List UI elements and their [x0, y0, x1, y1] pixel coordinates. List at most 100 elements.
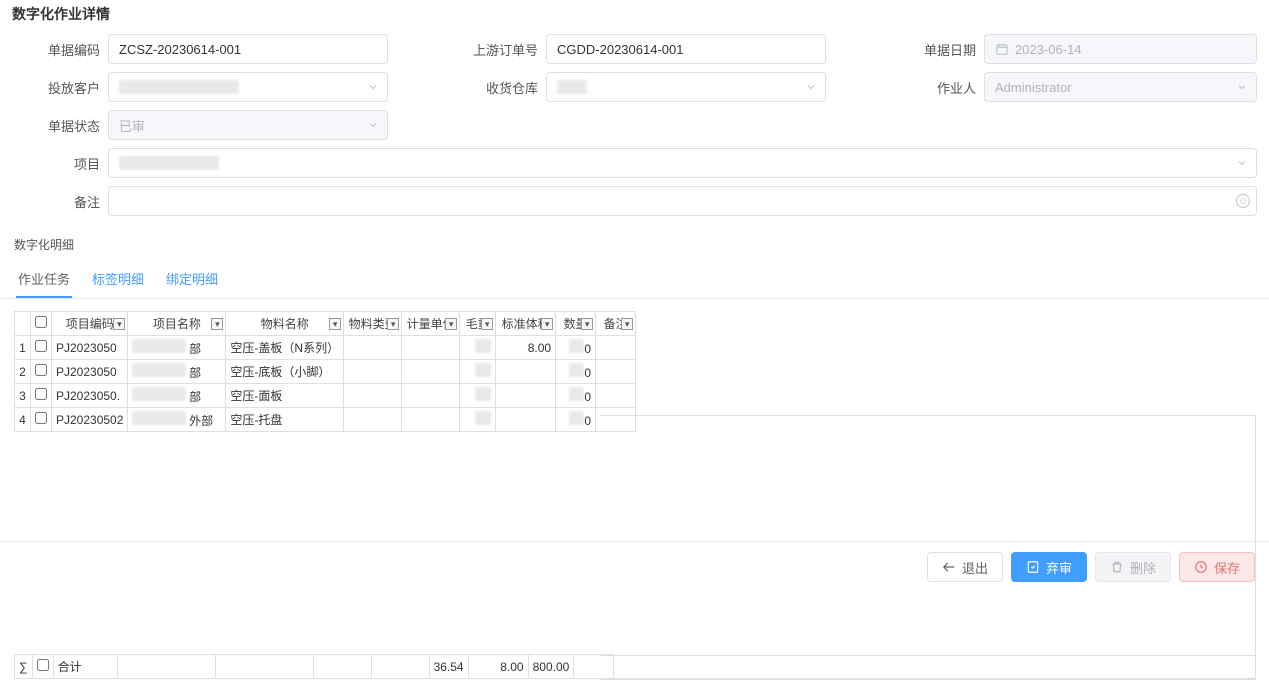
filter-icon[interactable]: ▾ [387, 318, 399, 330]
label-doc-date: 单据日期 [888, 40, 984, 59]
cell-uom [402, 336, 460, 360]
cell-qty: 0 [556, 408, 596, 432]
filter-icon[interactable]: ▾ [113, 318, 125, 330]
chevron-down-icon [367, 119, 379, 131]
sum-qty: 800.00 [528, 655, 574, 679]
cell-proj-name: 部 [128, 384, 226, 408]
label-status: 单据状态 [12, 116, 108, 135]
abandon-audit-button[interactable]: 弃审 [1011, 552, 1087, 582]
row-checkbox[interactable] [31, 384, 52, 408]
select-status: 已审 [108, 110, 388, 140]
exit-button[interactable]: 退出 [927, 552, 1003, 582]
th-mat-name[interactable]: 物料名称▾ [226, 312, 344, 336]
th-std-vol[interactable]: 标准体积▾ [496, 312, 556, 336]
th-uom[interactable]: 计量单位▾ [402, 312, 460, 336]
input-doc-code[interactable]: ZCSZ-20230614-001 [108, 34, 388, 64]
calendar-icon [995, 42, 1009, 56]
input-remark[interactable]: ☺ [108, 186, 1257, 216]
cell-mat-type [344, 408, 402, 432]
filter-icon[interactable]: ▾ [329, 318, 341, 330]
tab-task[interactable]: 作业任务 [16, 263, 72, 298]
label-project: 项目 [12, 154, 108, 173]
redacted-text [557, 80, 587, 94]
cell-remark [596, 360, 636, 384]
cell-gross [460, 360, 496, 384]
cell-gross [460, 408, 496, 432]
filter-icon[interactable]: ▾ [445, 318, 457, 330]
chevron-down-icon [1236, 81, 1248, 93]
tab-label-detail[interactable]: 标签明细 [90, 263, 146, 298]
sum-label: 合计 [53, 655, 117, 679]
th-remark[interactable]: 备注▾ [596, 312, 636, 336]
table-wrap: 项目编码▾ 项目名称▾ 物料名称▾ 物料类型▾ 计量单位▾ 毛重▾ 标准体积▾ … [14, 311, 1255, 679]
cell-mat-type [344, 360, 402, 384]
back-icon [942, 560, 956, 574]
row-checkbox[interactable] [31, 408, 52, 432]
chevron-down-icon [805, 81, 817, 93]
label-operator: 作业人 [888, 78, 984, 97]
cell-qty: 0 [556, 384, 596, 408]
cell-gross [460, 384, 496, 408]
cell-remark [596, 336, 636, 360]
select-operator: Administrator [984, 72, 1257, 102]
table-header-row: 项目编码▾ 项目名称▾ 物料名称▾ 物料类型▾ 计量单位▾ 毛重▾ 标准体积▾ … [15, 312, 636, 336]
cell-uom [402, 360, 460, 384]
row-checkbox[interactable] [31, 336, 52, 360]
sum-std-vol: 8.00 [468, 655, 528, 679]
chevron-down-icon [367, 81, 379, 93]
cell-std-vol: 8.00 [496, 336, 556, 360]
th-select-all[interactable] [31, 312, 52, 336]
filter-icon[interactable]: ▾ [621, 318, 633, 330]
filter-icon[interactable]: ▾ [481, 318, 493, 330]
cell-proj-name: 部 [128, 336, 226, 360]
sum-sigma: ∑ [15, 655, 33, 679]
cell-remark [596, 408, 636, 432]
row-checkbox[interactable] [31, 360, 52, 384]
label-customer: 投放客户 [12, 78, 108, 97]
cell-qty: 0 [556, 336, 596, 360]
select-warehouse[interactable] [546, 72, 826, 102]
detail-section-title: 数字化明细 [0, 236, 1269, 253]
cell-gross [460, 336, 496, 360]
audit-icon [1026, 560, 1040, 574]
filter-icon[interactable]: ▾ [211, 318, 223, 330]
detail-table: 项目编码▾ 项目名称▾ 物料名称▾ 物料类型▾ 计量单位▾ 毛重▾ 标准体积▾ … [14, 311, 636, 432]
cell-proj-code: PJ2023050. [52, 384, 128, 408]
cell-proj-code: PJ2023050 [52, 336, 128, 360]
save-button[interactable]: 保存 [1179, 552, 1255, 582]
cell-proj-code: PJ20230502 [52, 408, 128, 432]
th-gross[interactable]: 毛重▾ [460, 312, 496, 336]
th-proj-name[interactable]: 项目名称▾ [128, 312, 226, 336]
cell-std-vol [496, 384, 556, 408]
cell-remark [596, 384, 636, 408]
redacted-text [119, 156, 219, 170]
filter-icon[interactable]: ▾ [581, 318, 593, 330]
sum-row: ∑ 合计 36.54 8.00 800.00 [15, 655, 614, 679]
select-project[interactable] [108, 148, 1257, 178]
cell-std-vol [496, 408, 556, 432]
filter-icon[interactable]: ▾ [541, 318, 553, 330]
label-upstream-order: 上游订单号 [450, 40, 546, 59]
input-upstream-order[interactable]: CGDD-20230614-001 [546, 34, 826, 64]
table-row[interactable]: 1PJ2023050 部空压-盖板（N系列）8.000 [15, 336, 636, 360]
table-row[interactable]: 2PJ2023050 部空压-底板（小脚）0 [15, 360, 636, 384]
cell-mat-type [344, 384, 402, 408]
emoji-icon[interactable]: ☺ [1236, 194, 1250, 208]
table-row[interactable]: 4PJ20230502 外部空压-托盘0 [15, 408, 636, 432]
sum-checkbox[interactable] [32, 655, 53, 679]
table-row[interactable]: 3PJ2023050. 部空压-面板0 [15, 384, 636, 408]
sum-table: ∑ 合计 36.54 8.00 800.00 [14, 654, 614, 679]
th-qty[interactable]: 数量▾ [556, 312, 596, 336]
sum-gross: 36.54 [429, 655, 468, 679]
th-proj-code[interactable]: 项目编码▾ [52, 312, 128, 336]
tab-bind-detail[interactable]: 绑定明细 [164, 263, 220, 298]
delete-button: 删除 [1095, 552, 1171, 582]
row-idx: 1 [15, 336, 31, 360]
cell-proj-code: PJ2023050 [52, 360, 128, 384]
save-icon [1194, 560, 1208, 574]
row-idx: 3 [15, 384, 31, 408]
input-doc-date: 2023-06-14 [984, 34, 1257, 64]
th-mat-type[interactable]: 物料类型▾ [344, 312, 402, 336]
label-warehouse: 收货仓库 [450, 78, 546, 97]
select-customer[interactable] [108, 72, 388, 102]
